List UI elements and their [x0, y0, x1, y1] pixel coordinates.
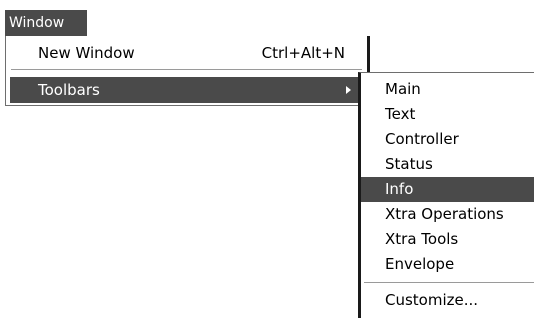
submenu-item-envelope[interactable]: Envelope	[361, 252, 534, 277]
window-dropdown-menu: New Window Ctrl+Alt+N Toolbars	[5, 36, 370, 106]
submenu-item-status[interactable]: Status	[361, 152, 534, 177]
submenu-arrow-icon	[346, 86, 351, 94]
menu-item-label: Toolbars	[38, 81, 100, 99]
menu-item-toolbars[interactable]: Toolbars	[10, 77, 363, 103]
submenu-item-xtra-operations[interactable]: Xtra Operations	[361, 202, 534, 227]
submenu-item-info[interactable]: Info	[361, 177, 534, 202]
menu-window[interactable]: Window	[5, 10, 87, 36]
submenu-item-controller[interactable]: Controller	[361, 127, 534, 152]
menu-separator	[11, 69, 362, 71]
submenu-item-main[interactable]: Main	[361, 77, 534, 102]
submenu-separator	[364, 282, 534, 283]
menu-item-label: New Window	[38, 44, 135, 62]
toolbars-submenu: Main Text Controller Status Info Xtra Op…	[358, 72, 534, 318]
submenu-item-xtra-tools[interactable]: Xtra Tools	[361, 227, 534, 252]
submenu-item-text[interactable]: Text	[361, 102, 534, 127]
menu-item-shortcut: Ctrl+Alt+N	[261, 44, 345, 62]
submenu-item-customize[interactable]: Customize...	[361, 288, 534, 313]
menu-item-new-window[interactable]: New Window Ctrl+Alt+N	[10, 40, 363, 66]
